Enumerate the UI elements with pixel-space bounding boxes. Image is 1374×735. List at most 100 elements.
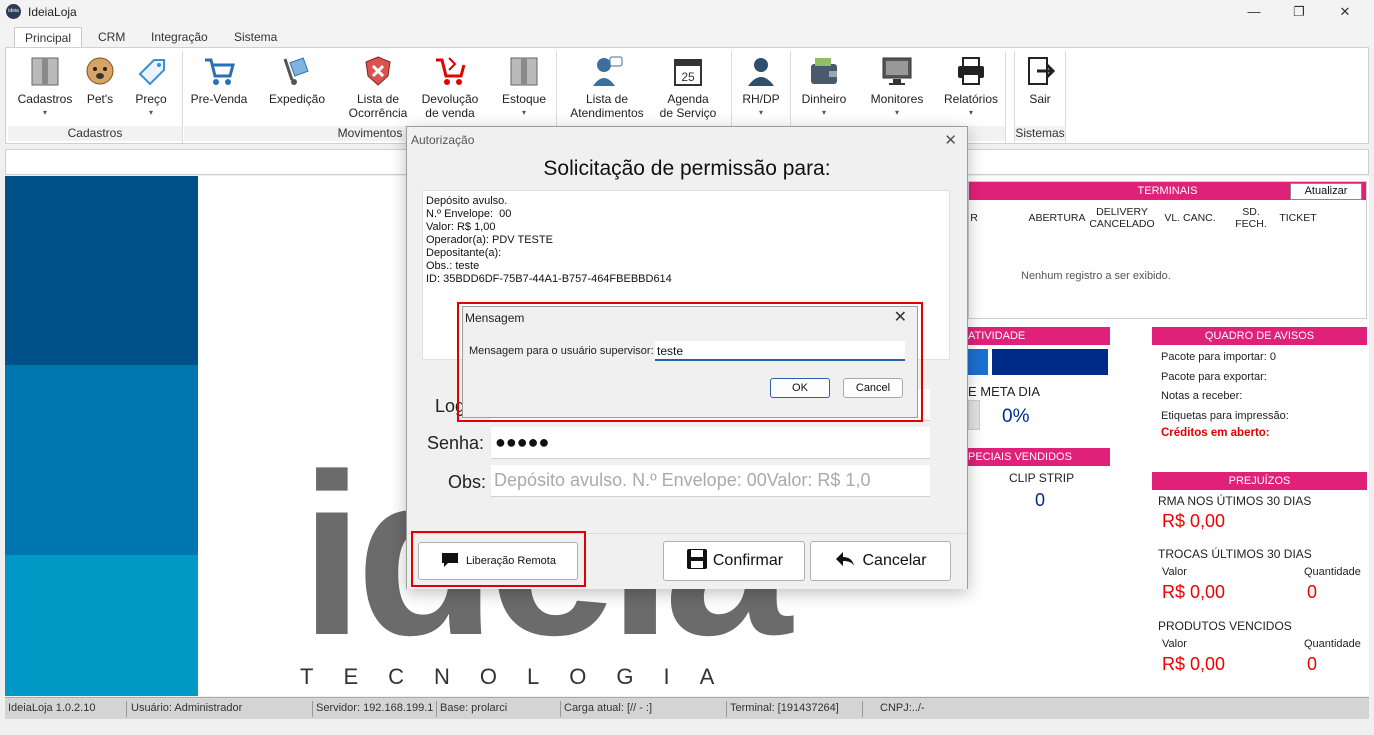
devolucao-label-2: de venda [425, 106, 475, 120]
agenda-servico-button[interactable]: 25 Agenda de Serviço [657, 54, 719, 120]
status-base: Base: prolarci [437, 701, 561, 717]
trocas-quantidade-label: Quantidade [1304, 566, 1361, 578]
tab-sistema[interactable]: Sistema [224, 27, 287, 48]
detail-line: Obs.: teste [426, 260, 480, 272]
monitor-icon [880, 54, 914, 88]
chevron-down-icon: ▾ [758, 108, 763, 117]
column-header: R [970, 212, 978, 224]
atendimentos-label-1: Lista de [585, 92, 629, 106]
chevron-down-icon: ▾ [821, 108, 826, 117]
sair-label: Sair [1029, 92, 1051, 106]
aviso-item: Pacote para importar: 0 [1161, 351, 1276, 363]
agenda-label-1: Agenda [667, 92, 709, 106]
detail-line: N.º Envelope: 00 [426, 208, 512, 220]
obs-field[interactable]: Depósito avulso. N.º Envelope: 00Valor: … [491, 465, 930, 497]
rma-value: R$ 0,00 [1162, 511, 1226, 531]
vencidos-valor-label: Valor [1162, 638, 1187, 650]
pets-label: Pet's [86, 92, 114, 106]
side-tile-2[interactable] [5, 365, 198, 555]
tab-integracao[interactable]: Integração [141, 27, 218, 48]
ribbon-tabs: Principal CRM Integração Sistema [0, 24, 1374, 48]
especiais-header: PECIAIS VENDIDOS [968, 448, 1110, 466]
especiais-value: 0 [1035, 490, 1046, 510]
devolucao-button[interactable]: Devolução de venda [420, 54, 480, 120]
expedicao-label: Expedição [268, 92, 326, 106]
monitores-button[interactable]: Monitores ▾ [866, 54, 928, 120]
detail-line: Depósito avulso. [426, 195, 508, 207]
liberacao-remota-button[interactable]: Liberação Remota [418, 542, 578, 580]
dialog-close-button[interactable]: ✕ [944, 131, 957, 149]
vencidos-qty: 0 [1307, 654, 1318, 674]
meta-value: 0% [1002, 406, 1030, 427]
ok-button[interactable]: OK [770, 378, 830, 398]
lista-atendimentos-button[interactable]: Lista de Atendimentos [566, 54, 648, 120]
prejuizos-header: PREJUÍZOS [1152, 472, 1367, 490]
side-tile-3[interactable] [5, 555, 198, 696]
side-tile-1[interactable] [5, 176, 198, 365]
chevron-down-icon: ▾ [521, 108, 526, 117]
supervisor-message-input[interactable]: teste [655, 341, 905, 361]
exit-icon [1023, 54, 1057, 88]
prevenda-label: Pre-Venda [190, 92, 248, 106]
confirmar-button[interactable]: Confirmar [663, 541, 805, 581]
chevron-down-icon: ▾ [968, 108, 973, 117]
close-window-button[interactable]: ✕ [1322, 2, 1368, 22]
cadastros-button[interactable]: Cadastros ▾ [16, 54, 74, 120]
minimize-button[interactable]: — [1231, 2, 1277, 22]
box-icon [28, 54, 62, 88]
rhdp-button[interactable]: RH/DP ▾ [736, 54, 786, 120]
relatorios-label: Relatórios [943, 92, 999, 106]
prevenda-button[interactable]: Pre-Venda [189, 54, 249, 106]
aviso-alert: Créditos em aberto: [1161, 427, 1270, 439]
message-dialog: Mensagem ✕ Mensagem para o usuário super… [462, 306, 918, 418]
detail-line: ID: 35BDD6DF-75B7-44A1-B757-464FBEBBD614 [426, 273, 672, 285]
refresh-button[interactable]: Atualizar [1290, 183, 1362, 200]
message-dialog-title: Mensagem [465, 311, 525, 325]
shield-x-icon [361, 54, 395, 88]
box-icon [507, 54, 541, 88]
status-cnpj: CNPJ:../- [880, 702, 925, 714]
window-title: IdeiaLoja [28, 5, 77, 19]
preco-button[interactable]: Preço ▾ [131, 54, 171, 120]
detail-line: Depositante(a): [426, 247, 502, 259]
detail-line: Operador(a): PDV TESTE [426, 234, 553, 246]
trocas-label: TROCAS ÚLTIMOS 30 DIAS [1158, 547, 1312, 561]
estoque-label: Estoque [501, 92, 547, 106]
rhdp-label: RH/DP [742, 92, 780, 106]
column-header: TICKET [1279, 212, 1317, 224]
terminals-panel: TERMINAIS Atualizar R ABERTURA DELIVERY … [968, 181, 1367, 319]
sair-button[interactable]: Sair [1018, 54, 1062, 106]
cancel-button[interactable]: Cancel [843, 378, 903, 398]
expedicao-button[interactable]: Expedição [266, 54, 328, 106]
status-server: Servidor: 192.168.199.1 [313, 701, 437, 717]
empty-message: Nenhum registro a ser exibido. [1021, 270, 1171, 282]
cancelar-label: Cancelar [862, 552, 927, 569]
tab-crm[interactable]: CRM [88, 27, 135, 48]
relatorios-button[interactable]: Relatórios ▾ [940, 54, 1002, 120]
senha-field[interactable]: ●●●●● [491, 427, 930, 459]
pets-button[interactable]: Pet's [80, 54, 120, 106]
meta-label: E META DIA [968, 384, 1040, 399]
lista-ocorrencia-button[interactable]: Lista de Ocorrência [344, 54, 412, 120]
tab-principal[interactable]: Principal [14, 27, 83, 48]
chevron-down-icon: ▾ [894, 108, 899, 117]
message-close-button[interactable]: ✕ [894, 307, 907, 327]
avisos-header: QUADRO DE AVISOS [1152, 327, 1367, 345]
status-version: IdeiaLoja 1.0.2.10 [5, 701, 127, 717]
printer-icon [954, 54, 988, 88]
chevron-down-icon: ▾ [42, 108, 47, 117]
aviso-item: Notas a receber: [1161, 390, 1243, 402]
chat-bubble-icon [440, 551, 460, 572]
activity-bar-2 [992, 349, 1108, 375]
vencidos-quantidade-label: Quantidade [1304, 638, 1361, 650]
dialog-heading: Solicitação de permissão para: [543, 157, 831, 180]
cancelar-button[interactable]: Cancelar [810, 541, 951, 581]
estoque-button[interactable]: Estoque ▾ [498, 54, 550, 120]
atividade-header: ATIVIDADE [968, 327, 1110, 345]
dinheiro-button[interactable]: Dinheiro ▾ [796, 54, 852, 120]
detail-line: Valor: R$ 1,00 [426, 221, 496, 233]
especiais-item: CLIP STRIP [1009, 471, 1075, 485]
undo-arrow-icon [834, 550, 856, 573]
maximize-button[interactable]: ❐ [1276, 2, 1322, 22]
price-tag-icon [134, 54, 168, 88]
